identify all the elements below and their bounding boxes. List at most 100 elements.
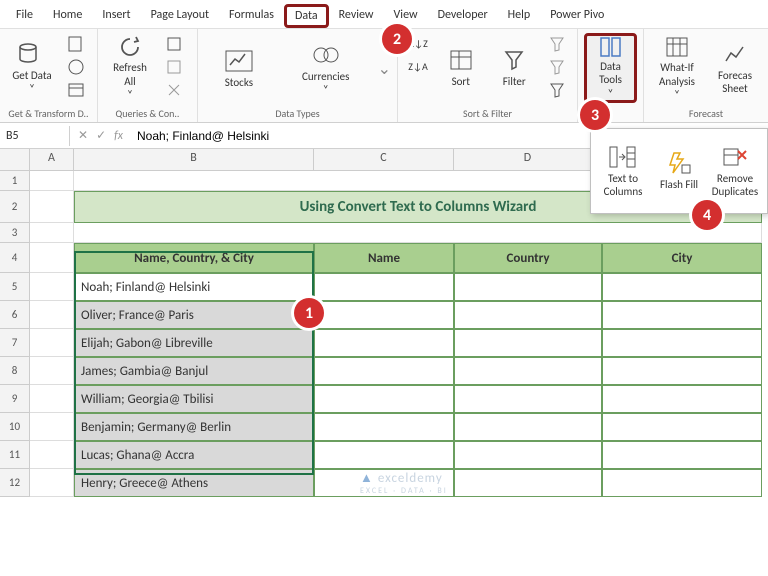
cell-D9[interactable]	[454, 385, 602, 413]
reapply-button[interactable]	[543, 56, 571, 78]
flash-fill-button[interactable]: Flash Fill	[651, 133, 707, 209]
cell-C6[interactable]	[314, 301, 454, 329]
cell-E10[interactable]	[602, 413, 762, 441]
queries-btn-1[interactable]	[160, 33, 188, 55]
get-data-button[interactable]: Get Data ˅	[6, 33, 58, 103]
row-header-12[interactable]: 12	[0, 469, 30, 497]
cell-A1[interactable]	[30, 171, 74, 191]
data-tools-button[interactable]: Data Tools ˅	[584, 33, 637, 103]
cell-D10[interactable]	[454, 413, 602, 441]
cell-D5[interactable]	[454, 273, 602, 301]
cell-B3[interactable]	[74, 223, 762, 243]
from-web-button[interactable]	[62, 56, 90, 78]
col-header-C[interactable]: C	[314, 149, 454, 170]
cell-E12[interactable]	[602, 469, 762, 497]
header-country[interactable]: Country	[454, 243, 602, 273]
from-text-button[interactable]	[62, 33, 90, 55]
cell-D8[interactable]	[454, 357, 602, 385]
queries-btn-2[interactable]	[160, 56, 188, 78]
header-name[interactable]: Name	[314, 243, 454, 273]
stocks-button[interactable]: Stocks	[204, 46, 274, 91]
name-box[interactable]: B5	[0, 126, 70, 146]
refresh-all-button[interactable]: Refresh All ˅	[104, 33, 156, 103]
menu-page-layout[interactable]: Page Layout	[141, 4, 219, 28]
cell-B11[interactable]: Lucas; Ghana@ Accra	[74, 441, 314, 469]
cell-C9[interactable]	[314, 385, 454, 413]
cell-B5[interactable]: Noah; Finland@ Helsinki	[74, 273, 314, 301]
cell-A10[interactable]	[30, 413, 74, 441]
cell-C10[interactable]	[314, 413, 454, 441]
cell-A12[interactable]	[30, 469, 74, 497]
cell-A5[interactable]	[30, 273, 74, 301]
cell-E8[interactable]	[602, 357, 762, 385]
cell-C8[interactable]	[314, 357, 454, 385]
cell-D6[interactable]	[454, 301, 602, 329]
cell-A8[interactable]	[30, 357, 74, 385]
row-header-9[interactable]: 9	[0, 385, 30, 413]
cell-A11[interactable]	[30, 441, 74, 469]
cell-E9[interactable]	[602, 385, 762, 413]
cell-C7[interactable]	[314, 329, 454, 357]
row-header-11[interactable]: 11	[0, 441, 30, 469]
menu-help[interactable]: Help	[498, 4, 541, 28]
datatypes-overflow[interactable]: ⌄	[378, 59, 391, 79]
row-header-6[interactable]: 6	[0, 301, 30, 329]
cell-E11[interactable]	[602, 441, 762, 469]
col-header-B[interactable]: B	[74, 149, 314, 170]
from-table-button[interactable]	[62, 79, 90, 101]
forecast-sheet-button[interactable]: Forecas Sheet	[708, 33, 762, 103]
cell-A2[interactable]	[30, 191, 74, 223]
menu-developer[interactable]: Developer	[428, 4, 498, 28]
cell-A9[interactable]	[30, 385, 74, 413]
menu-insert[interactable]: Insert	[92, 4, 140, 28]
filter-button[interactable]: Filter	[490, 33, 540, 103]
col-header-A[interactable]: A	[30, 149, 74, 170]
row-header-3[interactable]: 3	[0, 223, 30, 243]
menu-review[interactable]: Review	[329, 4, 384, 28]
row-header-5[interactable]: 5	[0, 273, 30, 301]
advanced-filter-button[interactable]	[543, 79, 571, 101]
row-header-1[interactable]: 1	[0, 171, 30, 191]
cell-D7[interactable]	[454, 329, 602, 357]
row-header-4[interactable]: 4	[0, 243, 30, 273]
whatif-button[interactable]: What-If Analysis ˅	[650, 33, 704, 103]
cell-D11[interactable]	[454, 441, 602, 469]
header-name-country-city[interactable]: Name, Country, & City	[74, 243, 314, 273]
cell-B12[interactable]: Henry; Greece@ Athens	[74, 469, 314, 497]
col-header-D[interactable]: D	[454, 149, 602, 170]
cell-B9[interactable]: William; Georgia@ Tbilisi	[74, 385, 314, 413]
queries-btn-3[interactable]	[160, 79, 188, 101]
menu-data[interactable]: Data	[284, 4, 329, 28]
clear-filter-button[interactable]	[543, 33, 571, 55]
currencies-button[interactable]: Currencies ˅	[286, 40, 366, 98]
row-header-7[interactable]: 7	[0, 329, 30, 357]
remove-duplicates-button[interactable]: Remove Duplicates	[707, 133, 763, 209]
cell-B10[interactable]: Benjamin; Germany@ Berlin	[74, 413, 314, 441]
header-city[interactable]: City	[602, 243, 762, 273]
row-header-2[interactable]: 2	[0, 191, 30, 223]
cell-C5[interactable]	[314, 273, 454, 301]
cell-A6[interactable]	[30, 301, 74, 329]
cell-B6[interactable]: Oliver; France@ Paris	[74, 301, 314, 329]
menu-home[interactable]: Home	[43, 4, 92, 28]
row-header-8[interactable]: 8	[0, 357, 30, 385]
text-to-columns-button[interactable]: Text to Columns	[595, 133, 651, 209]
cell-A7[interactable]	[30, 329, 74, 357]
menu-power-pivot[interactable]: Power Pivo	[540, 4, 614, 28]
menu-formulas[interactable]: Formulas	[219, 4, 284, 28]
cell-B8[interactable]: James; Gambia@ Banjul	[74, 357, 314, 385]
sort-za-button[interactable]: Z↓A	[404, 56, 432, 78]
cell-E5[interactable]	[602, 273, 762, 301]
fx-icon[interactable]: fx	[114, 129, 123, 143]
enter-formula-icon[interactable]: ✓	[96, 128, 106, 143]
cell-E6[interactable]	[602, 301, 762, 329]
cell-A4[interactable]	[30, 243, 74, 273]
menu-file[interactable]: File	[6, 4, 43, 28]
cancel-formula-icon[interactable]: ✕	[78, 128, 88, 143]
cell-A3[interactable]	[30, 223, 74, 243]
cell-D12[interactable]	[454, 469, 602, 497]
select-all-corner[interactable]	[0, 149, 30, 171]
cell-C11[interactable]	[314, 441, 454, 469]
sort-button[interactable]: Sort	[436, 33, 486, 103]
row-header-10[interactable]: 10	[0, 413, 30, 441]
